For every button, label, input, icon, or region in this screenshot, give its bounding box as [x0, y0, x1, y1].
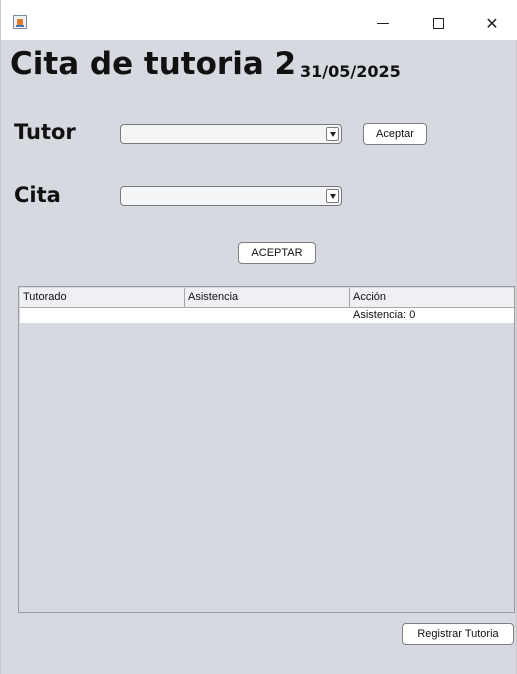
cell-accion[interactable]: Asistencia: 0 [350, 308, 514, 323]
column-header-tutorado[interactable]: Tutorado [20, 288, 185, 307]
close-button[interactable]: ✕ [472, 10, 512, 36]
registrar-tutoria-button[interactable]: Registrar Tutoria [402, 623, 514, 645]
column-header-accion[interactable]: Acción [350, 288, 514, 307]
tutor-label: Tutor [14, 120, 76, 144]
close-icon: ✕ [485, 13, 499, 33]
tutor-combobox[interactable] [120, 124, 342, 144]
app-window: ✕ Cita de tutoria 2 31/05/2025 Tutor Ace… [0, 0, 517, 674]
minimize-button[interactable] [363, 10, 403, 36]
maximize-icon [432, 17, 444, 29]
column-header-asistencia[interactable]: Asistencia [185, 288, 350, 307]
cita-combobox[interactable] [120, 186, 342, 206]
page-title: Cita de tutoria 2 [10, 46, 297, 82]
cell-asistencia [185, 308, 350, 323]
tutorados-table[interactable]: Tutorado Asistencia Acción Asistencia: 0 [18, 286, 515, 613]
chevron-down-icon[interactable] [326, 127, 339, 141]
cell-tutorado [20, 308, 185, 323]
date-label: 31/05/2025 [300, 62, 401, 81]
aceptar-main-button[interactable]: ACEPTAR [238, 242, 316, 264]
maximize-button[interactable] [418, 10, 458, 36]
java-app-icon[interactable] [13, 15, 27, 29]
cita-label: Cita [14, 183, 61, 207]
title-bar: ✕ [1, 0, 517, 40]
aceptar-tutor-button[interactable]: Aceptar [363, 123, 427, 145]
minimize-icon [377, 22, 389, 24]
table-header: Tutorado Asistencia Acción [20, 288, 514, 308]
chevron-down-icon[interactable] [326, 189, 339, 203]
table-row[interactable]: Asistencia: 0 [20, 308, 514, 323]
